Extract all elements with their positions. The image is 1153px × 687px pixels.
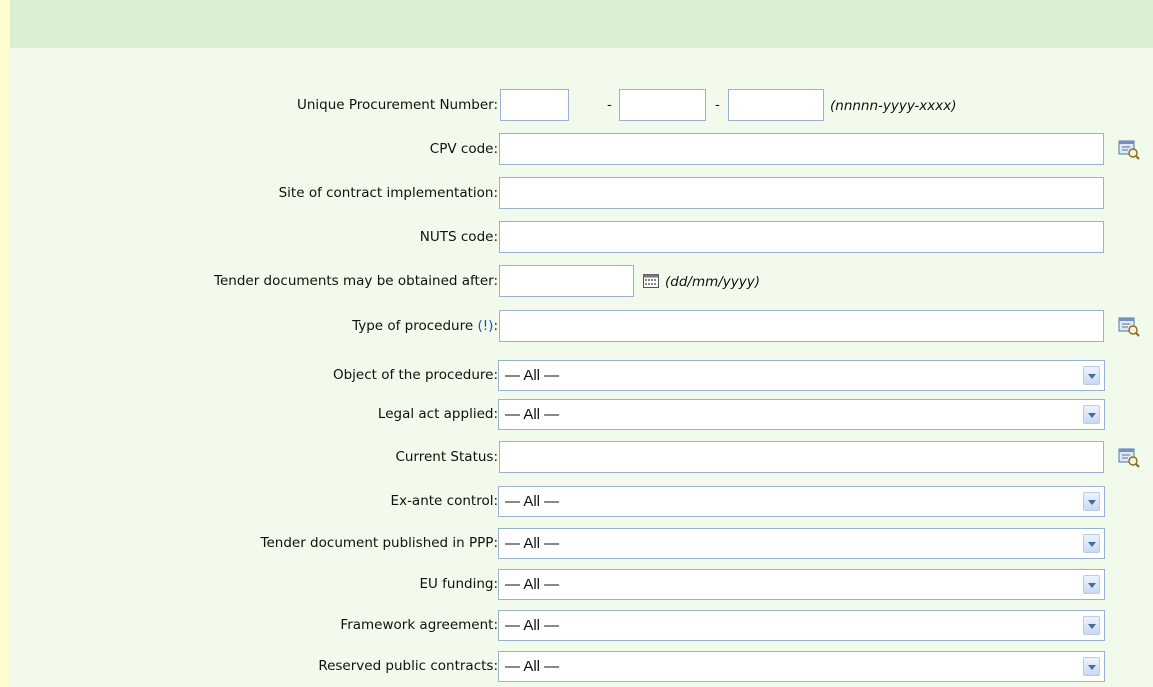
chevron-down-icon[interactable] [1083,616,1100,635]
eu-funding-row: EU funding: — All — [10,568,1153,602]
reserved-label: Reserved public contracts: [318,658,498,674]
legal-act-select[interactable]: — All — [498,399,1105,430]
legal-act-label: Legal act applied: [377,406,498,422]
object-label: Object of the procedure: [332,367,498,383]
framework-row: Framework agreement: — All — [10,609,1153,643]
upn-part1-input[interactable] [500,89,569,121]
framework-label: Framework agreement: [340,617,498,633]
ppp-label: Tender document published in PPP: [260,535,498,551]
cpv-row: CPV code: [10,133,1153,167]
chevron-down-icon[interactable] [1083,534,1100,553]
eu-funding-selected-value: — All — [505,576,560,593]
upn-row: Unique Procurement Number: - - (nnnnn-yy… [10,89,1153,123]
procedure-type-label: Type of procedure (!): [352,318,498,334]
lookup-icon[interactable] [1118,317,1140,337]
site-row: Site of contract implementation: [10,177,1153,211]
ex-ante-row: Ex-ante control: — All — [10,485,1153,519]
cpv-label: CPV code: [429,141,498,157]
site-input[interactable] [499,177,1104,209]
tender-docs-label: Tender documents may be obtained after: [214,273,498,289]
nuts-input[interactable] [499,221,1104,253]
procedure-type-label-text: Type of procedure [352,318,474,334]
upn-part3-input[interactable] [728,89,824,121]
ex-ante-select[interactable]: — All — [498,486,1105,517]
chevron-down-icon[interactable] [1083,366,1100,385]
upn-format-hint: (nnnnn-yyyy-xxxx) [830,98,957,114]
lookup-icon[interactable] [1118,140,1140,160]
procedure-type-input[interactable] [499,310,1104,342]
legal-act-row: Legal act applied: — All — [10,398,1153,432]
status-row: Current Status: [10,441,1153,475]
chevron-down-icon[interactable] [1083,657,1100,676]
framework-select[interactable]: — All — [498,610,1105,641]
ppp-select[interactable]: — All — [498,528,1105,559]
site-label: Site of contract implementation: [278,185,498,201]
procedure-help-link[interactable]: (!) [477,318,493,334]
ex-ante-label: Ex-ante control: [390,493,498,509]
procedure-type-row: Type of procedure (!): [10,310,1153,344]
legal-act-selected-value: — All — [505,406,560,423]
object-selected-value: — All — [505,367,560,384]
upn-separator: - [715,97,720,113]
upn-part2-input[interactable] [619,89,706,121]
upn-separator: - [607,97,612,113]
ppp-selected-value: — All — [505,535,560,552]
lookup-icon[interactable] [1118,448,1140,468]
framework-selected-value: — All — [505,617,560,634]
reserved-select[interactable]: — All — [498,651,1105,682]
chevron-down-icon[interactable] [1083,575,1100,594]
chevron-down-icon[interactable] [1083,492,1100,511]
eu-funding-label: EU funding: [419,576,498,592]
cpv-input[interactable] [499,133,1104,165]
eu-funding-select[interactable]: — All — [498,569,1105,600]
object-select[interactable]: — All — [498,360,1105,391]
label-colon: : [493,318,498,334]
reserved-row: Reserved public contracts: — All — [10,650,1153,684]
reserved-selected-value: — All — [505,658,560,675]
date-format-hint: (dd/mm/yyyy) [665,274,761,290]
calendar-icon[interactable] [643,274,659,288]
object-row: Object of the procedure: — All — [10,359,1153,393]
status-input[interactable] [499,441,1104,473]
tender-docs-date-input[interactable] [499,265,634,297]
search-panel: Unique Procurement Number: - - (nnnnn-yy… [10,0,1153,687]
panel-header [10,0,1153,48]
nuts-label: NUTS code: [419,229,498,245]
nuts-row: NUTS code: [10,221,1153,255]
tender-docs-row: Tender documents may be obtained after: … [10,265,1153,299]
status-label: Current Status: [395,449,498,465]
chevron-down-icon[interactable] [1083,405,1100,424]
ppp-row: Tender document published in PPP: — All … [10,527,1153,561]
upn-label: Unique Procurement Number: [296,97,498,113]
ex-ante-selected-value: — All — [505,493,560,510]
